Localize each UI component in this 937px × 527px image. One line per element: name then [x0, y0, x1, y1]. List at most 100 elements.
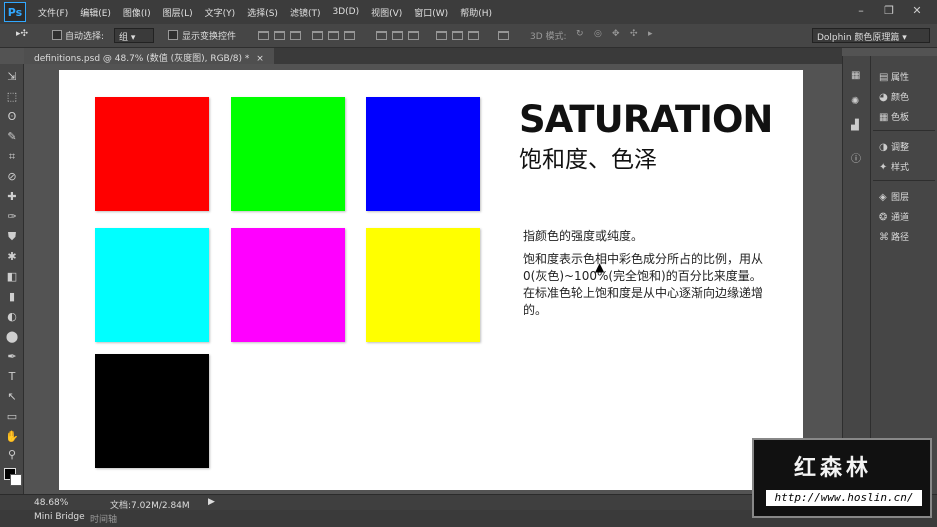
align-left-icon[interactable]	[312, 31, 323, 40]
panel-color[interactable]: ◕ 颜色	[879, 90, 909, 104]
adjustments-icon: ◑	[879, 142, 888, 153]
pen-tool-icon[interactable]: ✒	[5, 350, 19, 364]
brush-tool-icon[interactable]: ✑	[5, 210, 19, 224]
panel-swatches[interactable]: ▦ 色板	[879, 110, 909, 124]
distribute-left-icon[interactable]	[436, 31, 447, 40]
lasso-tool-icon[interactable]: ʘ	[5, 110, 19, 124]
watermark-url: http://www.hoslin.cn/	[766, 490, 922, 506]
gradient-tool-icon[interactable]: ▮	[5, 290, 19, 304]
distribute-top-icon[interactable]	[376, 31, 387, 40]
menu-image[interactable]: 图像(I)	[123, 6, 151, 19]
shape-tool-icon[interactable]: ▭	[5, 410, 19, 424]
align-right-icon[interactable]	[344, 31, 355, 40]
menu-select[interactable]: 选择(S)	[247, 6, 278, 19]
background-color-swatch[interactable]	[10, 474, 22, 486]
distribute-vcenter-icon[interactable]	[392, 31, 403, 40]
menu-3d[interactable]: 3D(D)	[332, 7, 359, 17]
menu-view[interactable]: 视图(V)	[371, 6, 402, 19]
panel-properties[interactable]: ▤ 属性	[879, 70, 909, 84]
document-tab-bar: definitions.psd @ 48.7% (数值 (灰度图), RGB/8…	[24, 48, 842, 64]
tab-close-icon[interactable]: ×	[256, 54, 264, 64]
distribute-bottom-icon[interactable]	[408, 31, 419, 40]
move-tool-preset-icon[interactable]: ▸✣	[16, 29, 28, 39]
watermark: 红森林 http://www.hoslin.cn/	[752, 438, 932, 518]
menu-type[interactable]: 文字(Y)	[205, 6, 236, 19]
menu-edit[interactable]: 编辑(E)	[80, 6, 111, 19]
align-vcenter-icon[interactable]	[274, 31, 285, 40]
stamp-tool-icon[interactable]: ⛊	[5, 230, 19, 244]
type-tool-icon[interactable]: T	[5, 370, 19, 384]
auto-align-icon[interactable]	[498, 31, 509, 40]
align-bottom-icon[interactable]	[290, 31, 301, 40]
close-icon[interactable]: ✕	[906, 4, 928, 18]
panel-divider	[873, 180, 935, 181]
eyedropper-tool-icon[interactable]: ⊘	[5, 170, 19, 184]
swatch-red	[95, 97, 209, 211]
swatch-green	[231, 97, 345, 211]
eraser-tool-icon[interactable]: ◧	[5, 270, 19, 284]
minimize-icon[interactable]: –	[850, 4, 872, 18]
swatch-magenta	[231, 228, 345, 342]
status-menu-arrow-icon[interactable]: ▶	[208, 497, 215, 507]
zoom-level[interactable]: 48.68%	[34, 498, 68, 508]
history-brush-tool-icon[interactable]: ✱	[5, 250, 19, 264]
panel-paths[interactable]: ⌘ 路径	[879, 230, 909, 244]
actions-panel-icon[interactable]: ✺	[851, 96, 859, 107]
distribute-hcenter-icon[interactable]	[452, 31, 463, 40]
collapsed-panel-strip: ▦ ✺ ▟ ⓘ	[842, 56, 870, 494]
artboard-description-1: 指颜色的强度或纯度。	[523, 229, 644, 243]
histogram-panel-icon[interactable]: ▟	[851, 120, 859, 131]
magic-wand-tool-icon[interactable]: ✎	[5, 130, 19, 144]
align-hcenter-icon[interactable]	[328, 31, 339, 40]
menu-filter[interactable]: 滤镜(T)	[290, 6, 321, 19]
show-transform-checkbox[interactable]	[168, 30, 178, 40]
panel-channels[interactable]: ❂ 通道	[879, 210, 909, 224]
blur-tool-icon[interactable]: ◐	[5, 310, 19, 324]
properties-icon: ▤	[879, 72, 889, 83]
auto-select-checkbox[interactable]	[52, 30, 62, 40]
menu-window[interactable]: 窗口(W)	[414, 6, 448, 19]
align-top-icon[interactable]	[258, 31, 269, 40]
panel-column: ▤ 属性 ◕ 颜色 ▦ 色板 ◑ 调整 ✦ 样式 ◈ 图层 ❂ 通道 ⌘ 路径	[870, 56, 937, 494]
zoom-tool-icon[interactable]: ⚲	[5, 448, 19, 462]
menu-file[interactable]: 文件(F)	[38, 6, 68, 19]
path-select-tool-icon[interactable]: ↖	[5, 390, 19, 404]
marquee-tool-icon[interactable]: ⬚	[5, 90, 19, 104]
slide-3d-icon[interactable]: ✣	[630, 29, 638, 39]
rotate-3d-icon[interactable]: ↻	[576, 29, 584, 39]
swatches-icon: ▦	[879, 112, 889, 123]
scale-3d-icon[interactable]: ▸	[648, 29, 653, 39]
auto-select-dropdown[interactable]: 组 ▾	[114, 28, 154, 43]
styles-icon: ✦	[879, 162, 888, 173]
artboard-description-2: 饱和度表示色相中彩色成分所占的比例，用从0(灰色)~100%(完全饱和)的百分比…	[523, 252, 764, 317]
document-canvas[interactable]: SATURATION 饱和度、色泽 指颜色的强度或纯度。 饱和度表示色相中彩色成…	[59, 70, 803, 490]
info-panel-icon[interactable]: ⓘ	[851, 150, 861, 165]
workspace-dropdown[interactable]: Dolphin 颜色原理篇 ▾	[812, 28, 930, 43]
swatch-yellow	[366, 228, 480, 342]
show-transform-label: 显示变换控件	[182, 32, 237, 42]
restore-icon[interactable]: ❐	[878, 4, 900, 18]
panel-styles[interactable]: ✦ 样式	[879, 160, 909, 174]
pan-3d-icon[interactable]: ✥	[612, 29, 620, 39]
tab-mini-bridge[interactable]: Mini Bridge	[34, 512, 85, 522]
move-tool-icon[interactable]: ⇲	[5, 70, 19, 84]
menu-help[interactable]: 帮助(H)	[460, 6, 492, 19]
swatch-black	[95, 354, 209, 468]
healing-tool-icon[interactable]: ✚	[5, 190, 19, 204]
panel-layers[interactable]: ◈ 图层	[879, 190, 909, 204]
swatch-cyan	[95, 228, 209, 342]
channels-icon: ❂	[879, 212, 888, 223]
distribute-right-icon[interactable]	[468, 31, 479, 40]
roll-3d-icon[interactable]: ◎	[594, 29, 602, 39]
dodge-tool-icon[interactable]: ⬤	[5, 330, 19, 344]
cursor-icon: ▲	[595, 260, 605, 274]
hand-tool-icon[interactable]: ✋	[5, 430, 19, 444]
tab-timeline[interactable]: 时间轴	[90, 512, 117, 525]
crop-tool-icon[interactable]: ⌗	[5, 150, 19, 164]
document-tab[interactable]: definitions.psd @ 48.7% (数值 (灰度图), RGB/8…	[24, 48, 274, 64]
swatch-blue	[366, 97, 480, 211]
panel-adjustments[interactable]: ◑ 调整	[879, 140, 909, 154]
history-panel-icon[interactable]: ▦	[851, 70, 860, 81]
artboard-title: SATURATION	[519, 98, 773, 141]
menu-layer[interactable]: 图层(L)	[163, 6, 193, 19]
